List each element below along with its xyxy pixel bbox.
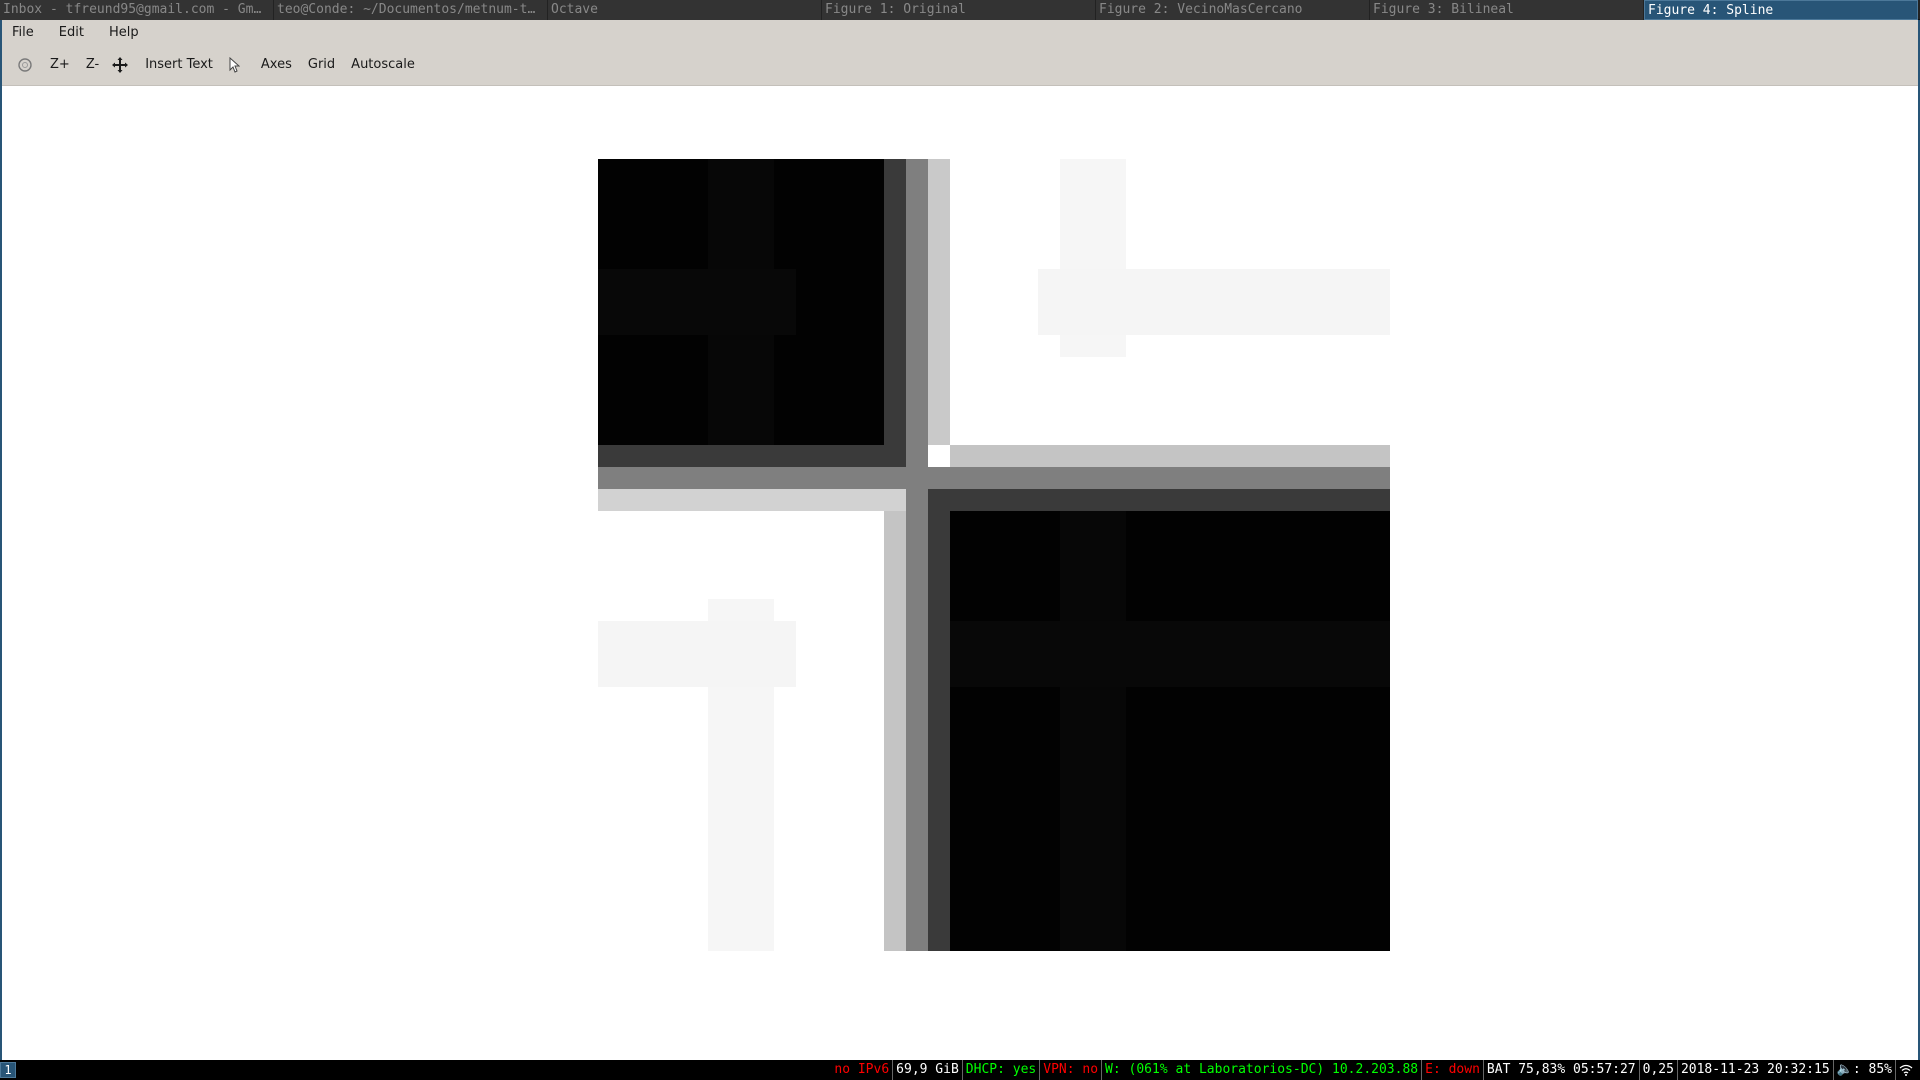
status-disk: 69,9 GiB: [892, 1060, 962, 1080]
figure-canvas[interactable]: [2, 86, 1918, 1060]
status-dhcp: DHCP: yes: [961, 1060, 1039, 1080]
menu-help[interactable]: Help: [109, 25, 139, 40]
window-tab[interactable]: Figure 2: VecinoMasCercano: [1096, 0, 1370, 20]
figure-image: [598, 159, 1390, 951]
status-volume: 🔈: 85%: [1832, 1060, 1895, 1080]
status-ethernet: E: down: [1421, 1060, 1483, 1080]
window-tab[interactable]: Inbox - tfreund95@gmail.com - Gm…: [0, 0, 274, 20]
insert-text-button[interactable]: Insert Text: [137, 51, 221, 79]
status-vpn: VPN: no: [1039, 1060, 1101, 1080]
status-segments: no IPv6 69,9 GiB DHCP: yes VPN: no W: (0…: [831, 1060, 1916, 1080]
status-wireless: W: (061% at Laboratorios-DC) 10.2.203.88: [1101, 1060, 1421, 1080]
figure-window: File Edit Help Z+ Z- Insert Text Axes Gr…: [0, 20, 1920, 1060]
window-tab[interactable]: Octave: [548, 0, 822, 20]
workspace-button[interactable]: 1: [0, 1062, 16, 1078]
pointer-icon: [229, 56, 240, 73]
window-tab[interactable]: Figure 3: Bilineal: [1370, 0, 1644, 20]
menubar: File Edit Help: [2, 20, 1918, 44]
pan-button[interactable]: [107, 51, 133, 79]
rotate-button[interactable]: [12, 51, 38, 79]
rotate-icon: [18, 57, 32, 72]
zoom-out-button[interactable]: Z-: [78, 51, 107, 79]
autoscale-button[interactable]: Autoscale: [343, 51, 423, 79]
status-bar: 1 no IPv6 69,9 GiB DHCP: yes VPN: no W: …: [0, 1060, 1920, 1080]
menu-edit[interactable]: Edit: [59, 25, 84, 40]
window-tab[interactable]: teo@Conde: ~/Documentos/metnum-t…: [274, 0, 548, 20]
window-tab[interactable]: Figure 1: Original: [822, 0, 1096, 20]
figure-toolbar: Z+ Z- Insert Text Axes Grid Autoscale: [2, 44, 1918, 86]
zoom-in-button[interactable]: Z+: [42, 51, 78, 79]
wifi-icon: [1895, 1060, 1916, 1080]
status-datetime: 2018-11-23 20:32:15: [1676, 1060, 1833, 1080]
status-ipv6: no IPv6: [834, 1062, 890, 1077]
status-battery: BAT 75,83% 05:57:27: [1482, 1060, 1639, 1080]
menu-file[interactable]: File: [12, 25, 34, 40]
window-tab-bar: Inbox - tfreund95@gmail.com - Gm… teo@Co…: [0, 0, 1920, 20]
grid-button[interactable]: Grid: [300, 51, 343, 79]
select-button[interactable]: [221, 51, 247, 79]
axes-button[interactable]: Axes: [253, 51, 300, 79]
status-load: 0,25: [1638, 1060, 1677, 1080]
pan-icon: [112, 56, 129, 73]
window-tab-active[interactable]: Figure 4: Spline: [1644, 0, 1918, 20]
